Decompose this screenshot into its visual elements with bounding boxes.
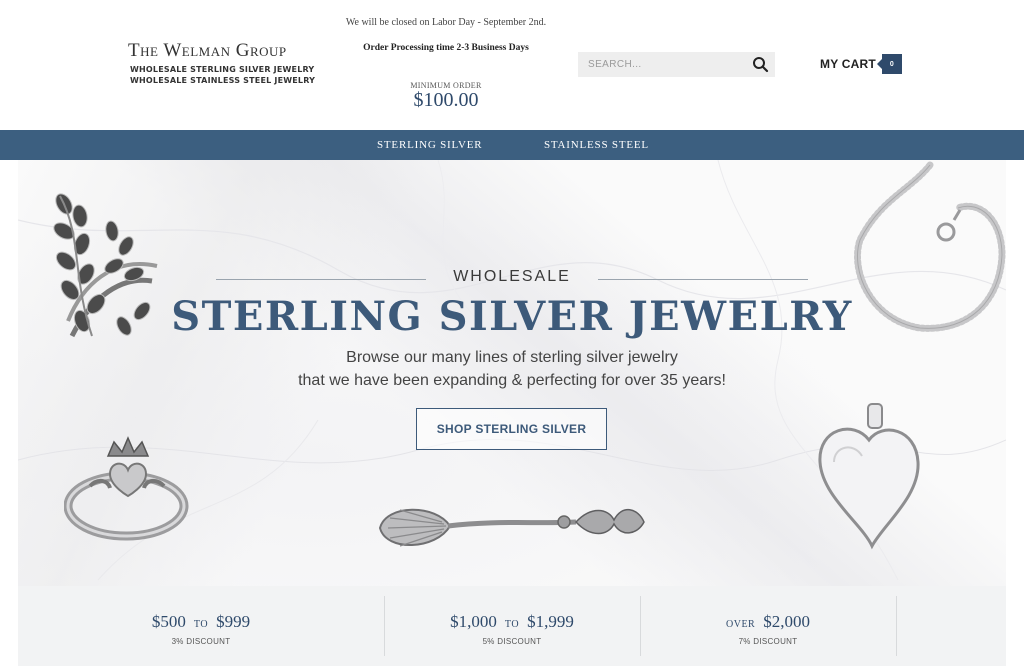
leaf-ring-image bbox=[53, 193, 158, 338]
tier-divider bbox=[896, 596, 897, 656]
logo-title: The Welman Group bbox=[128, 40, 287, 61]
discount-range: $1,000 TO $1,999 bbox=[384, 612, 640, 632]
cart-button[interactable]: MY CART 0 bbox=[820, 54, 902, 74]
discount-word: OVER bbox=[726, 619, 756, 630]
discount-to: $2,000 bbox=[763, 612, 810, 631]
main-nav: STERLING SILVER STAINLESS STEEL bbox=[0, 130, 1024, 160]
discount-range: OVER $2,000 bbox=[640, 612, 896, 632]
discount-percent: 7% DISCOUNT bbox=[738, 637, 798, 646]
bead-chain-bracelet-image bbox=[854, 161, 1006, 332]
shell-spoon-image bbox=[378, 508, 645, 547]
discount-tier-3: OVER $2,000 7% DISCOUNT bbox=[640, 586, 896, 666]
discount-tier-1: $500 TO $999 3% DISCOUNT bbox=[18, 586, 384, 666]
discount-from: $500 bbox=[151, 612, 186, 631]
discount-percent: 3% DISCOUNT bbox=[171, 637, 231, 646]
cart-label: MY CART bbox=[820, 57, 876, 71]
hero-title: STERLING SILVER JEWELRY bbox=[171, 293, 853, 340]
closure-notice: We will be closed on Labor Day - Septemb… bbox=[345, 17, 547, 28]
discount-word: TO bbox=[193, 619, 209, 630]
site-header: The Welman Group WHOLESALE STERLING SILV… bbox=[0, 0, 1024, 130]
search-bar bbox=[578, 52, 775, 77]
logo-subtitle-steel: WHOLESALE STAINLESS STEEL JEWELRY bbox=[130, 76, 316, 85]
discount-tier-2: $1,000 TO $1,999 5% DISCOUNT bbox=[384, 586, 640, 666]
search-icon[interactable] bbox=[752, 56, 769, 73]
eyebrow-rule-right bbox=[598, 279, 808, 280]
minimum-order-value: $100.00 bbox=[413, 89, 479, 111]
logo[interactable]: The Welman Group WHOLESALE STERLING SILV… bbox=[128, 40, 328, 86]
discount-from: $1,000 bbox=[450, 612, 497, 631]
logo-subtitle-silver: WHOLESALE STERLING SILVER JEWELRY bbox=[130, 65, 315, 74]
hero-eyebrow-text: WHOLESALE bbox=[453, 268, 571, 285]
claddagh-ring-image bbox=[64, 436, 189, 541]
discount-range: $500 TO $999 bbox=[18, 612, 384, 632]
heart-locket-image bbox=[818, 403, 920, 550]
nav-item-stainless-steel[interactable]: STAINLESS STEEL bbox=[544, 130, 649, 160]
processing-time: Order Processing time 2-3 Business Days bbox=[363, 43, 529, 53]
shop-sterling-silver-button[interactable]: SHOP STERLING SILVER bbox=[416, 408, 607, 450]
hero-banner: WHOLESALE STERLING SILVER JEWELRY Browse… bbox=[18, 160, 1006, 586]
discount-tiers: $500 TO $999 3% DISCOUNT $1,000 TO $1,999 5%… bbox=[18, 586, 1006, 666]
hero-description-line1: Browse our many lines of sterling silver… bbox=[346, 349, 678, 366]
discount-to: $1,999 bbox=[527, 612, 574, 631]
hero-description-line2: that we have been expanding & perfecting… bbox=[298, 372, 726, 389]
discount-word: TO bbox=[504, 619, 520, 630]
discount-to: $999 bbox=[216, 612, 251, 631]
nav-item-sterling-silver[interactable]: STERLING SILVER bbox=[377, 130, 482, 160]
cart-count-badge: 0 bbox=[876, 54, 902, 74]
search-input[interactable] bbox=[578, 52, 748, 77]
discount-percent: 5% DISCOUNT bbox=[482, 637, 542, 646]
hero-eyebrow: WHOLESALE bbox=[216, 268, 808, 292]
